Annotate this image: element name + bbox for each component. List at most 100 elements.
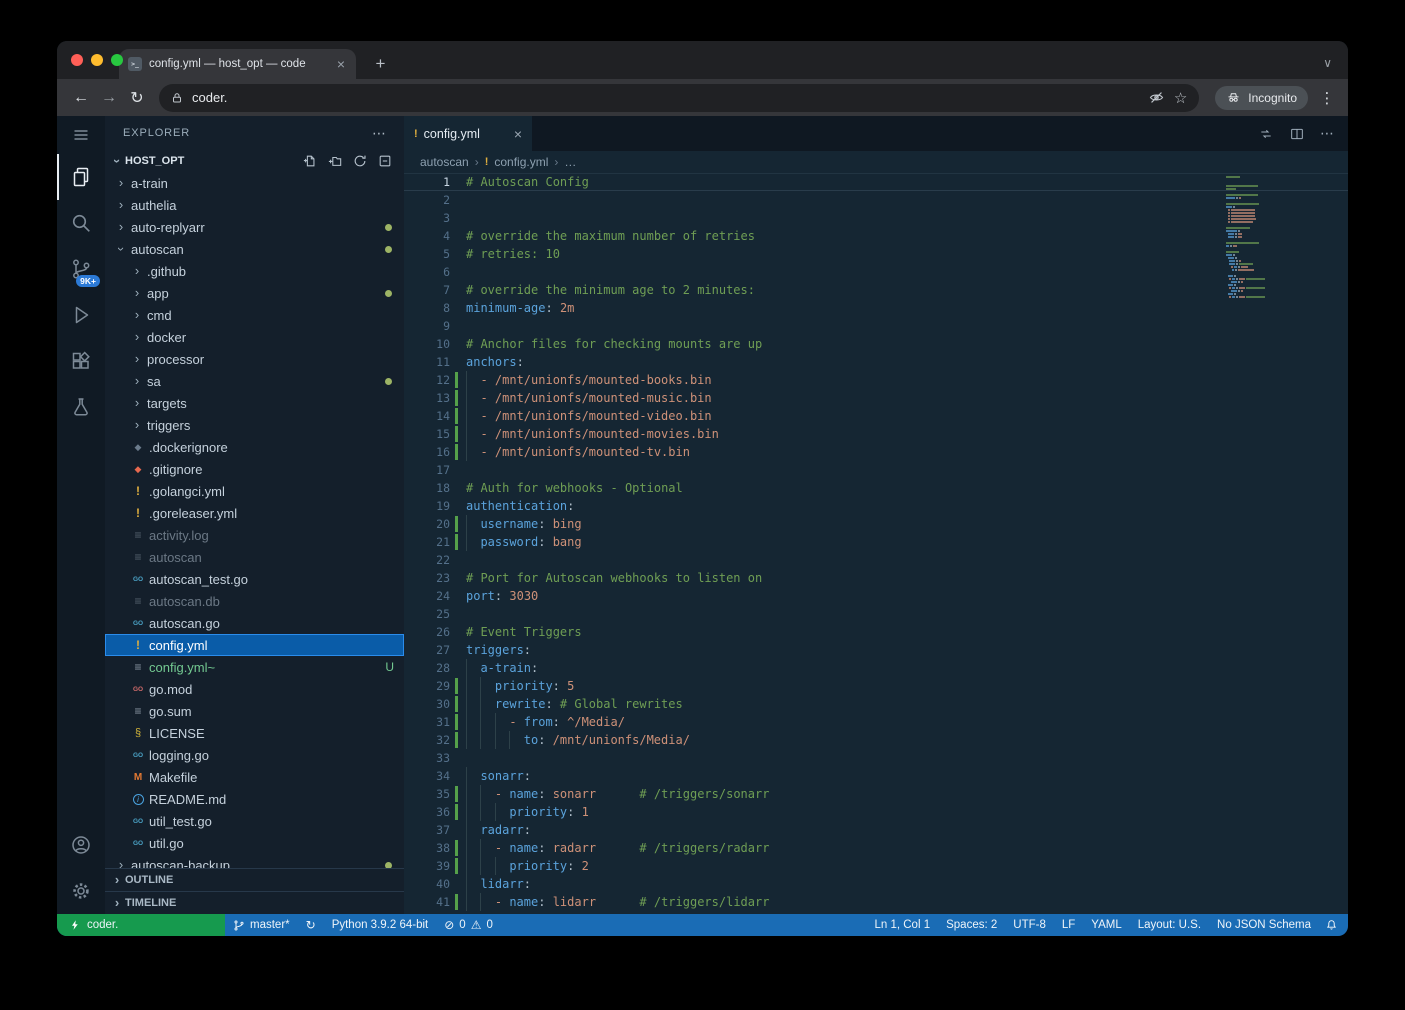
more-actions-icon[interactable]: ⋯: [1320, 125, 1334, 142]
testing-activity-icon[interactable]: [57, 384, 105, 430]
forward-button[interactable]: →: [95, 84, 123, 112]
tree-item-util-test-go[interactable]: GOutil_test.go: [105, 810, 404, 832]
close-window-button[interactable]: [71, 54, 83, 66]
zoom-window-button[interactable]: [111, 54, 123, 66]
eye-blocked-icon[interactable]: [1148, 89, 1165, 106]
code-line-3[interactable]: 3: [404, 209, 1348, 227]
tree-item-cmd[interactable]: ›cmd: [105, 304, 404, 326]
tree-item-config-yml[interactable]: !config.yml: [105, 634, 404, 656]
workspace-root-folder[interactable]: › HOST_OPT: [105, 150, 404, 172]
settings-gear-icon[interactable]: [57, 868, 105, 914]
collapse-folders-button[interactable]: [378, 154, 392, 168]
code-line-12[interactable]: 12- /mnt/unionfs/mounted-books.bin: [404, 371, 1348, 389]
tree-item-gitignore[interactable]: ◆.gitignore: [105, 458, 404, 480]
status-no-json-schema[interactable]: No JSON Schema: [1209, 914, 1319, 936]
run-debug-activity-icon[interactable]: [57, 292, 105, 338]
code-line-28[interactable]: 28a-train:: [404, 659, 1348, 677]
tree-item-autoscan-db[interactable]: ≡autoscan.db: [105, 590, 404, 612]
editor-tab-config-yml[interactable]: ! config.yml ×: [404, 116, 532, 151]
reload-button[interactable]: ↻: [123, 84, 151, 112]
git-branch-indicator[interactable]: master*: [225, 914, 298, 936]
tab-close-icon[interactable]: ×: [335, 56, 347, 72]
tree-item-a-train[interactable]: ›a-train: [105, 172, 404, 194]
explorer-activity-icon[interactable]: [57, 154, 105, 200]
tree-item-config-yml[interactable]: ≡config.yml~U: [105, 656, 404, 678]
tree-item-goreleaser-yml[interactable]: !.goreleaser.yml: [105, 502, 404, 524]
code-line-11[interactable]: 11anchors:: [404, 353, 1348, 371]
browser-menu-icon[interactable]: ⋮: [1316, 89, 1338, 107]
tree-item-github[interactable]: ›.github: [105, 260, 404, 282]
code-line-37[interactable]: 37radarr:: [404, 821, 1348, 839]
code-line-1[interactable]: 1# Autoscan Config: [404, 173, 1348, 191]
tree-item-go-sum[interactable]: ≡go.sum: [105, 700, 404, 722]
status-lf[interactable]: LF: [1054, 914, 1083, 936]
code-line-5[interactable]: 5# retries: 10: [404, 245, 1348, 263]
tree-item-autoscan-go[interactable]: GOautoscan.go: [105, 612, 404, 634]
sync-button[interactable]: ↻: [298, 914, 324, 936]
code-line-29[interactable]: 29priority: 5: [404, 677, 1348, 695]
code-line-13[interactable]: 13- /mnt/unionfs/mounted-music.bin: [404, 389, 1348, 407]
code-line-40[interactable]: 40lidarr:: [404, 875, 1348, 893]
back-button[interactable]: ←: [67, 84, 95, 112]
code-line-36[interactable]: 36priority: 1: [404, 803, 1348, 821]
breadcrumb-symbol[interactable]: …: [564, 155, 576, 169]
tree-item-app[interactable]: ›app: [105, 282, 404, 304]
new-file-button[interactable]: [303, 154, 317, 168]
code-line-39[interactable]: 39priority: 2: [404, 857, 1348, 875]
tree-item-readme-md[interactable]: iREADME.md: [105, 788, 404, 810]
code-line-20[interactable]: 20username: bing: [404, 515, 1348, 533]
tree-item-auto-replyarr[interactable]: ›auto-replyarr: [105, 216, 404, 238]
search-activity-icon[interactable]: [57, 200, 105, 246]
notifications-bell-icon[interactable]: [1319, 914, 1348, 936]
code-line-10[interactable]: 10# Anchor files for checking mounts are…: [404, 335, 1348, 353]
tree-item-autoscan[interactable]: ≡autoscan: [105, 546, 404, 568]
code-line-34[interactable]: 34sonarr:: [404, 767, 1348, 785]
tree-item-makefile[interactable]: MMakefile: [105, 766, 404, 788]
code-line-33[interactable]: 33: [404, 749, 1348, 767]
code-line-31[interactable]: 31- from: ^/Media/: [404, 713, 1348, 731]
code-line-26[interactable]: 26# Event Triggers: [404, 623, 1348, 641]
problems-indicator[interactable]: ⊘ 0 ⚠ 0: [436, 914, 501, 936]
tree-item-targets[interactable]: ›targets: [105, 392, 404, 414]
code-line-15[interactable]: 15- /mnt/unionfs/mounted-movies.bin: [404, 425, 1348, 443]
code-line-21[interactable]: 21password: bang: [404, 533, 1348, 551]
code-line-16[interactable]: 16- /mnt/unionfs/mounted-tv.bin: [404, 443, 1348, 461]
account-icon[interactable]: [57, 822, 105, 868]
tree-item-util-go[interactable]: GOutil.go: [105, 832, 404, 854]
explorer-more-actions-icon[interactable]: ⋯: [372, 125, 386, 142]
code-line-7[interactable]: 7# override the minimum age to 2 minutes…: [404, 281, 1348, 299]
tree-item-autoscan-backup[interactable]: ›autoscan-backup: [105, 854, 404, 868]
code-line-30[interactable]: 30rewrite: # Global rewrites: [404, 695, 1348, 713]
extensions-activity-icon[interactable]: [57, 338, 105, 384]
tree-item-activity-log[interactable]: ≡activity.log: [105, 524, 404, 546]
tree-item-dockerignore[interactable]: ◆.dockerignore: [105, 436, 404, 458]
code-editor[interactable]: 1# Autoscan Config234# override the maxi…: [404, 173, 1348, 914]
refresh-explorer-button[interactable]: [353, 154, 367, 168]
code-line-25[interactable]: 25: [404, 605, 1348, 623]
tree-item-processor[interactable]: ›processor: [105, 348, 404, 370]
code-line-22[interactable]: 22: [404, 551, 1348, 569]
tree-item-autoscan-test-go[interactable]: GOautoscan_test.go: [105, 568, 404, 590]
remote-indicator[interactable]: coder.: [57, 914, 225, 936]
tree-item-triggers[interactable]: ›triggers: [105, 414, 404, 436]
breadcrumb-folder[interactable]: autoscan: [420, 155, 469, 169]
tree-item-docker[interactable]: ›docker: [105, 326, 404, 348]
status-spaces-2[interactable]: Spaces: 2: [938, 914, 1005, 936]
split-editor-icon[interactable]: [1289, 126, 1305, 142]
address-bar[interactable]: coder. ☆: [159, 84, 1199, 112]
timeline-section[interactable]: › TIMELINE: [105, 891, 404, 914]
code-line-27[interactable]: 27triggers:: [404, 641, 1348, 659]
new-tab-button[interactable]: +: [368, 51, 393, 76]
outline-section[interactable]: › OUTLINE: [105, 868, 404, 891]
open-changes-icon[interactable]: [1258, 126, 1274, 142]
tree-item-license[interactable]: §LICENSE: [105, 722, 404, 744]
code-line-32[interactable]: 32to: /mnt/unionfs/Media/: [404, 731, 1348, 749]
status-layout-u-s[interactable]: Layout: U.S.: [1130, 914, 1209, 936]
python-interpreter-indicator[interactable]: Python 3.9.2 64-bit: [324, 914, 437, 936]
tree-item-go-mod[interactable]: GOgo.mod: [105, 678, 404, 700]
code-line-17[interactable]: 17: [404, 461, 1348, 479]
editor-tab-close-icon[interactable]: ×: [514, 126, 522, 142]
code-line-24[interactable]: 24port: 3030: [404, 587, 1348, 605]
code-line-18[interactable]: 18# Auth for webhooks - Optional: [404, 479, 1348, 497]
tree-item-golangci-yml[interactable]: !.golangci.yml: [105, 480, 404, 502]
